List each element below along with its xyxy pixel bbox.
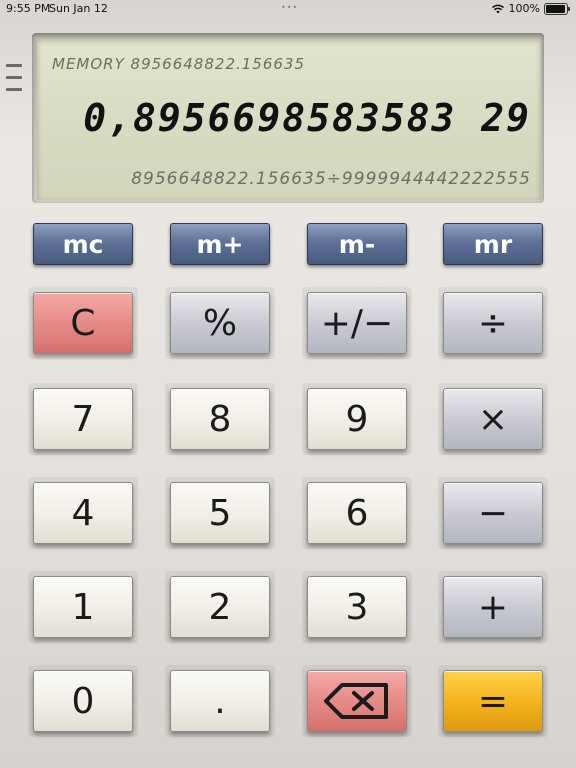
multiply-button[interactable]: × bbox=[443, 388, 543, 450]
main-display-value: 0,8956698583583 29 bbox=[83, 96, 531, 140]
divide-button[interactable]: ÷ bbox=[443, 292, 543, 354]
expression-display: 8956648822.156635÷9999944442222555 bbox=[131, 169, 531, 189]
status-bar: 9:55 PM Sun Jan 12 ••• 100% bbox=[0, 0, 576, 18]
mc-button[interactable]: mc bbox=[33, 223, 133, 265]
backspace-icon bbox=[324, 683, 388, 719]
decimal-button[interactable]: . bbox=[170, 670, 270, 732]
memory-label: MEMORY bbox=[52, 55, 125, 73]
equals-button[interactable]: = bbox=[443, 670, 543, 732]
m-minus-button[interactable]: m- bbox=[307, 223, 407, 265]
memory-readout: MEMORY 8956648822.156635 bbox=[52, 55, 305, 73]
battery-percentage: 100% bbox=[508, 2, 540, 15]
m-plus-button[interactable]: m+ bbox=[170, 223, 270, 265]
plus-button[interactable]: + bbox=[443, 576, 543, 638]
mr-button[interactable]: mr bbox=[443, 223, 543, 265]
clear-button[interactable]: C bbox=[33, 292, 133, 354]
digit-5-button[interactable]: 5 bbox=[170, 482, 270, 544]
status-right: 100% bbox=[491, 2, 570, 15]
digit-7-button[interactable]: 7 bbox=[33, 388, 133, 450]
digit-3-button[interactable]: 3 bbox=[307, 576, 407, 638]
digit-1-button[interactable]: 1 bbox=[33, 576, 133, 638]
digit-0-button[interactable]: 0 bbox=[33, 670, 133, 732]
minus-button[interactable]: − bbox=[443, 482, 543, 544]
multitasking-dots-icon[interactable]: ••• bbox=[281, 3, 298, 12]
status-time: 9:55 PM bbox=[6, 2, 51, 15]
memory-value: 8956648822.156635 bbox=[130, 55, 306, 73]
battery-icon bbox=[544, 2, 570, 15]
digit-9-button[interactable]: 9 bbox=[307, 388, 407, 450]
percent-button[interactable]: % bbox=[170, 292, 270, 354]
backspace-button[interactable] bbox=[307, 670, 407, 732]
digit-2-button[interactable]: 2 bbox=[170, 576, 270, 638]
status-date: Sun Jan 12 bbox=[49, 2, 108, 15]
digit-8-button[interactable]: 8 bbox=[170, 388, 270, 450]
menu-icon[interactable] bbox=[6, 64, 24, 96]
digit-6-button[interactable]: 6 bbox=[307, 482, 407, 544]
wifi-icon bbox=[491, 4, 504, 13]
digit-4-button[interactable]: 4 bbox=[33, 482, 133, 544]
plus-minus-button[interactable]: +/− bbox=[307, 292, 407, 354]
